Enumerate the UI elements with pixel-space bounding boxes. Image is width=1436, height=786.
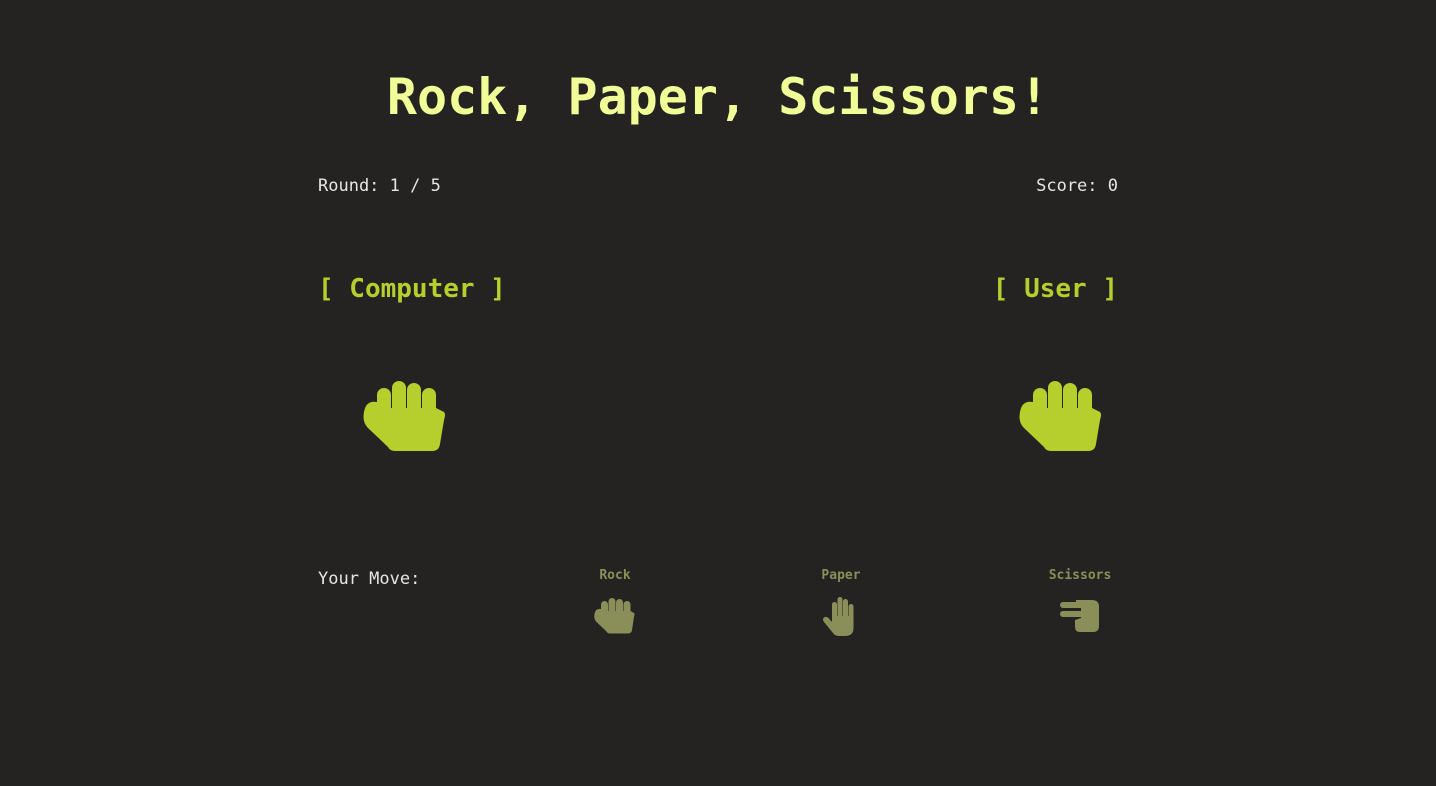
rock-button[interactable]: Rock bbox=[555, 566, 675, 644]
page-title: Rock, Paper, Scissors! bbox=[386, 68, 1050, 126]
peace-hand-icon bbox=[1060, 600, 1099, 632]
fist-icon bbox=[1019, 381, 1101, 451]
paper-button[interactable]: Paper bbox=[781, 566, 901, 644]
score-counter: Score: 0 bbox=[1036, 176, 1118, 196]
user-label: [ User ] bbox=[992, 274, 1118, 304]
rock-label: Rock bbox=[599, 568, 631, 583]
scissors-button[interactable]: Scissors bbox=[1020, 566, 1140, 644]
computer-label: [ Computer ] bbox=[318, 274, 506, 304]
fist-icon bbox=[363, 381, 445, 451]
round-counter: Round: 1 / 5 bbox=[318, 176, 441, 196]
scissors-label: Scissors bbox=[1048, 568, 1112, 583]
fist-icon bbox=[594, 598, 635, 634]
paper-label: Paper bbox=[821, 568, 861, 583]
your-move-label: Your Move: bbox=[318, 569, 421, 589]
open-hand-icon bbox=[823, 597, 854, 636]
game-page: Rock, Paper, Scissors! Round: 1 / 5 Scor… bbox=[0, 0, 1436, 786]
